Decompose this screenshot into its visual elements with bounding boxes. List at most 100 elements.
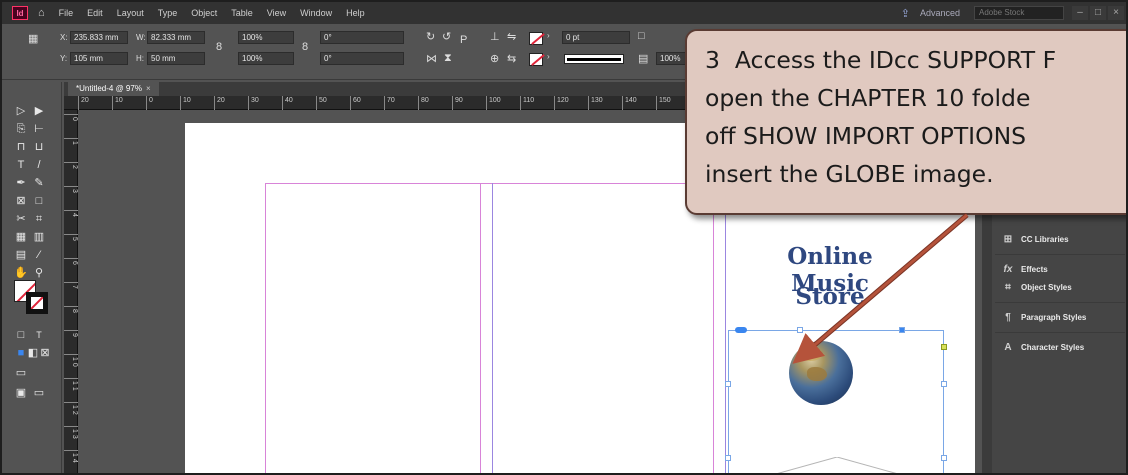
menu-help[interactable]: Help xyxy=(346,8,365,18)
content-placer-icon[interactable]: ⊔ xyxy=(32,140,46,154)
rotate-cw-icon[interactable]: ↻ xyxy=(426,30,435,43)
menu-table[interactable]: Table xyxy=(231,8,253,18)
direct-selection-tool-icon[interactable]: ▶ xyxy=(32,104,46,118)
line-tool-icon[interactable]: / xyxy=(32,158,46,172)
panel-effects[interactable]: fx Effects xyxy=(1001,260,1048,278)
instruction-text: 3 Access the IDcc SUPPORT F open the CHA… xyxy=(705,46,1057,188)
menu-file[interactable]: File xyxy=(59,8,74,18)
gradient-feather-tool-icon[interactable]: ▥ xyxy=(32,230,46,244)
select-next-icon[interactable]: ⇋ xyxy=(507,30,516,43)
y-field[interactable]: 105 mm xyxy=(70,52,128,65)
frame-placeholder-lines xyxy=(777,457,897,473)
minimize-icon[interactable]: – xyxy=(1072,6,1088,20)
scale-x-field[interactable]: 100% xyxy=(238,31,294,44)
vertical-ruler[interactable]: 0 1 2 3 4 5 6 7 8 9 1 0 1 1 1 2 1 3 1 4 xyxy=(64,110,78,473)
scissors-tool-icon[interactable]: ✂ xyxy=(14,212,28,226)
select-container-icon[interactable]: ⊥ xyxy=(490,30,500,43)
note-tool-icon[interactable]: ▤ xyxy=(14,248,28,262)
panel-paragraph-styles[interactable]: ¶ Paragraph Styles xyxy=(1001,308,1086,326)
scale-y-field[interactable]: 100% xyxy=(238,52,294,65)
formatting-text-icon[interactable]: T xyxy=(32,328,46,342)
close-icon[interactable]: × xyxy=(1108,6,1124,20)
ruler-tick-label: 2 xyxy=(64,162,78,169)
corner-options-handle[interactable] xyxy=(941,344,947,350)
maximize-icon[interactable]: □ xyxy=(1090,6,1106,20)
selection-tool-icon[interactable]: ▷ xyxy=(14,104,28,118)
type-tool-icon[interactable]: T xyxy=(14,158,28,172)
select-content-icon[interactable]: P xyxy=(460,34,467,46)
heading-line-2[interactable]: Store xyxy=(745,283,915,310)
menu-type[interactable]: Type xyxy=(158,8,178,18)
text-wrap-icon[interactable]: □ xyxy=(638,30,645,42)
select-children-icon[interactable]: ⇆ xyxy=(507,52,516,65)
fill-swatch[interactable] xyxy=(529,32,543,45)
content-collector-icon[interactable]: ⊓ xyxy=(14,140,28,154)
rotate-ccw-icon[interactable]: ↺ xyxy=(442,30,451,43)
w-field[interactable]: 82.333 mm xyxy=(147,31,205,44)
menu-layout[interactable]: Layout xyxy=(117,8,144,18)
home-icon[interactable]: ⌂ xyxy=(38,7,45,19)
ruler-tick-label: 1 2 xyxy=(64,402,78,415)
app-logo: Id xyxy=(12,6,28,20)
gradient-swatch-tool-icon[interactable]: ▦ xyxy=(14,230,28,244)
menu-edit[interactable]: Edit xyxy=(87,8,103,18)
flip-vertical-icon[interactable]: ⧗ xyxy=(444,52,452,65)
globe-image[interactable] xyxy=(789,341,853,405)
close-tab-icon[interactable]: × xyxy=(146,84,151,93)
tab-untitled-4[interactable]: *Untitled-4 @ 97% × xyxy=(68,82,159,96)
preview-mode-icon[interactable]: ▭ xyxy=(32,386,46,400)
screen-mode-icon[interactable]: ▣ xyxy=(14,386,28,400)
stroke-weight-field[interactable]: 0 pt xyxy=(562,31,630,44)
shear-field[interactable]: 0° xyxy=(320,52,404,65)
stroke-type-selector[interactable] xyxy=(564,54,624,64)
frame-handle[interactable] xyxy=(797,327,803,333)
panel-character-styles[interactable]: A Character Styles xyxy=(1001,338,1084,356)
x-field[interactable]: 235.833 mm xyxy=(70,31,128,44)
gap-tool-icon[interactable]: ⊢ xyxy=(32,122,46,136)
stroke-dropdown-icon[interactable]: › xyxy=(547,52,550,61)
flip-horizontal-icon[interactable]: ⋈ xyxy=(426,52,437,65)
menu-bar: Id ⌂ File Edit Layout Type Object Table … xyxy=(2,2,1126,24)
apply-none-icon[interactable]: ⊠ xyxy=(38,346,52,360)
publish-icon[interactable]: ⇪ xyxy=(901,7,910,20)
rectangle-tool-icon[interactable]: □ xyxy=(32,194,46,208)
rectangle-frame-tool-icon[interactable]: ⊠ xyxy=(14,194,28,208)
select-previous-icon[interactable]: ⊕ xyxy=(490,52,499,65)
stroke-none-icon[interactable] xyxy=(26,292,48,314)
menu-view[interactable]: View xyxy=(267,8,286,18)
constrain-scale-icon[interactable]: 8 xyxy=(302,41,308,53)
ruler-tick-label: 100 xyxy=(486,96,501,110)
fill-dropdown-icon[interactable]: › xyxy=(547,31,550,40)
free-transform-tool-icon[interactable]: ⌗ xyxy=(32,212,46,226)
text-threading-icon[interactable] xyxy=(735,327,747,333)
h-field[interactable]: 50 mm xyxy=(147,52,205,65)
zoom-tool-icon[interactable]: ⚲ xyxy=(32,266,46,280)
constrain-proportions-icon[interactable]: 8 xyxy=(216,41,222,53)
panel-object-styles[interactable]: ⌗ Object Styles xyxy=(1001,278,1072,296)
reference-point-icon[interactable]: ▦ xyxy=(28,32,38,45)
frame-fitting-icon[interactable]: ▤ xyxy=(638,52,648,65)
frame-handle[interactable] xyxy=(941,381,947,387)
fill-stroke-control[interactable] xyxy=(14,280,52,318)
page-tool-icon[interactable]: ⎘ xyxy=(14,122,28,136)
panel-divider xyxy=(995,302,1125,303)
frame-handle[interactable] xyxy=(899,327,905,333)
eyedropper-tool-icon[interactable]: ⁄ xyxy=(32,248,46,262)
pencil-tool-icon[interactable]: ✎ xyxy=(32,176,46,190)
formatting-container-icon[interactable]: □ xyxy=(14,328,28,342)
stock-search-input[interactable]: Adobe Stock xyxy=(974,6,1064,20)
column-guide xyxy=(492,183,493,473)
view-mode-icon[interactable]: ▭ xyxy=(14,366,28,380)
frame-handle[interactable] xyxy=(725,381,731,387)
rotate-field[interactable]: 0° xyxy=(320,31,404,44)
ruler-tick-label: 70 xyxy=(384,96,395,110)
pen-tool-icon[interactable]: ✒ xyxy=(14,176,28,190)
menu-window[interactable]: Window xyxy=(300,8,332,18)
y-label: Y: xyxy=(60,54,68,63)
tools-panel: ▷ ▶ ⎘ ⊢ ⊓ ⊔ T / ✒ ✎ ⊠ □ ✂ ⌗ ▦ ▥ ▤ ⁄ ✋ ⚲ … xyxy=(2,82,62,473)
menu-object[interactable]: Object xyxy=(191,8,217,18)
panel-cc-libraries[interactable]: ⊞ CC Libraries xyxy=(1001,230,1069,248)
workspace-switcher[interactable]: Advanced xyxy=(920,8,960,18)
stroke-swatch[interactable] xyxy=(529,53,543,66)
hand-tool-icon[interactable]: ✋ xyxy=(14,266,28,280)
